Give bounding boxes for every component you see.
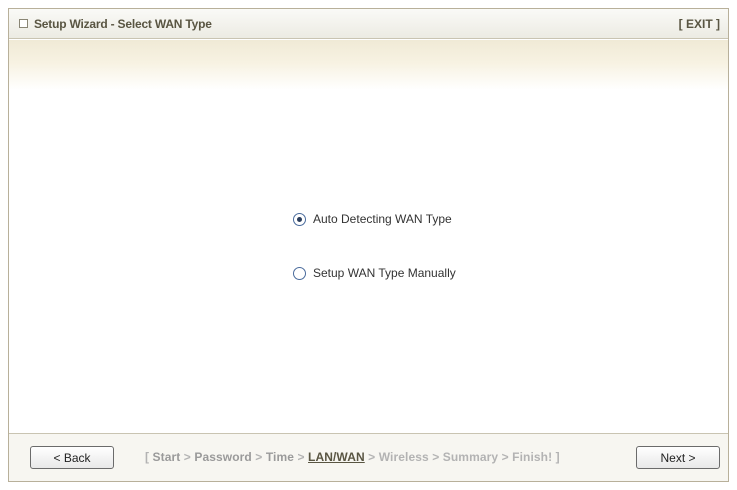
wizard-footer: < Back [ Start > Password > Time > LAN/W… <box>9 433 728 481</box>
option-manual[interactable]: Setup WAN Type Manually <box>293 263 456 283</box>
step-start: Start <box>152 450 181 464</box>
wan-type-options: Auto Detecting WAN Type Setup WAN Type M… <box>293 209 456 317</box>
header-band <box>9 40 728 90</box>
back-button[interactable]: < Back <box>30 446 114 469</box>
step-summary: Summary <box>442 450 499 464</box>
wizard-progress: [ Start > Password > Time > LAN/WAN > Wi… <box>145 450 560 464</box>
window-title: Setup Wizard - Select WAN Type <box>34 16 212 31</box>
window-icon <box>19 19 28 28</box>
step-sep-4: > <box>364 450 379 464</box>
next-button[interactable]: Next > <box>636 446 720 469</box>
step-password: Password <box>194 450 252 464</box>
step-sep-1: > <box>180 450 195 464</box>
window-header: Setup Wizard - Select WAN Type [ EXIT ] <box>9 9 728 39</box>
option-auto-detect[interactable]: Auto Detecting WAN Type <box>293 209 456 229</box>
option-auto-detect-label: Auto Detecting WAN Type <box>313 212 452 226</box>
step-lanwan: LAN/WAN <box>308 450 365 464</box>
radio-manual[interactable] <box>293 266 306 280</box>
title-wrap: Setup Wizard - Select WAN Type <box>19 17 212 31</box>
step-sep-6: > <box>498 450 513 464</box>
step-finish: Finish! <box>512 450 553 464</box>
step-sep-5: > <box>428 450 443 464</box>
exit-link[interactable]: [ EXIT ] <box>679 17 720 31</box>
steps-open: [ <box>145 450 153 464</box>
step-time: Time <box>265 450 295 464</box>
step-sep-3: > <box>294 450 309 464</box>
steps-close: ] <box>552 450 560 464</box>
step-sep-2: > <box>251 450 266 464</box>
radio-auto-detect[interactable] <box>293 212 306 226</box>
option-manual-label: Setup WAN Type Manually <box>313 266 456 280</box>
wizard-window: Setup Wizard - Select WAN Type [ EXIT ] … <box>8 8 729 482</box>
step-wireless: Wireless <box>378 450 429 464</box>
